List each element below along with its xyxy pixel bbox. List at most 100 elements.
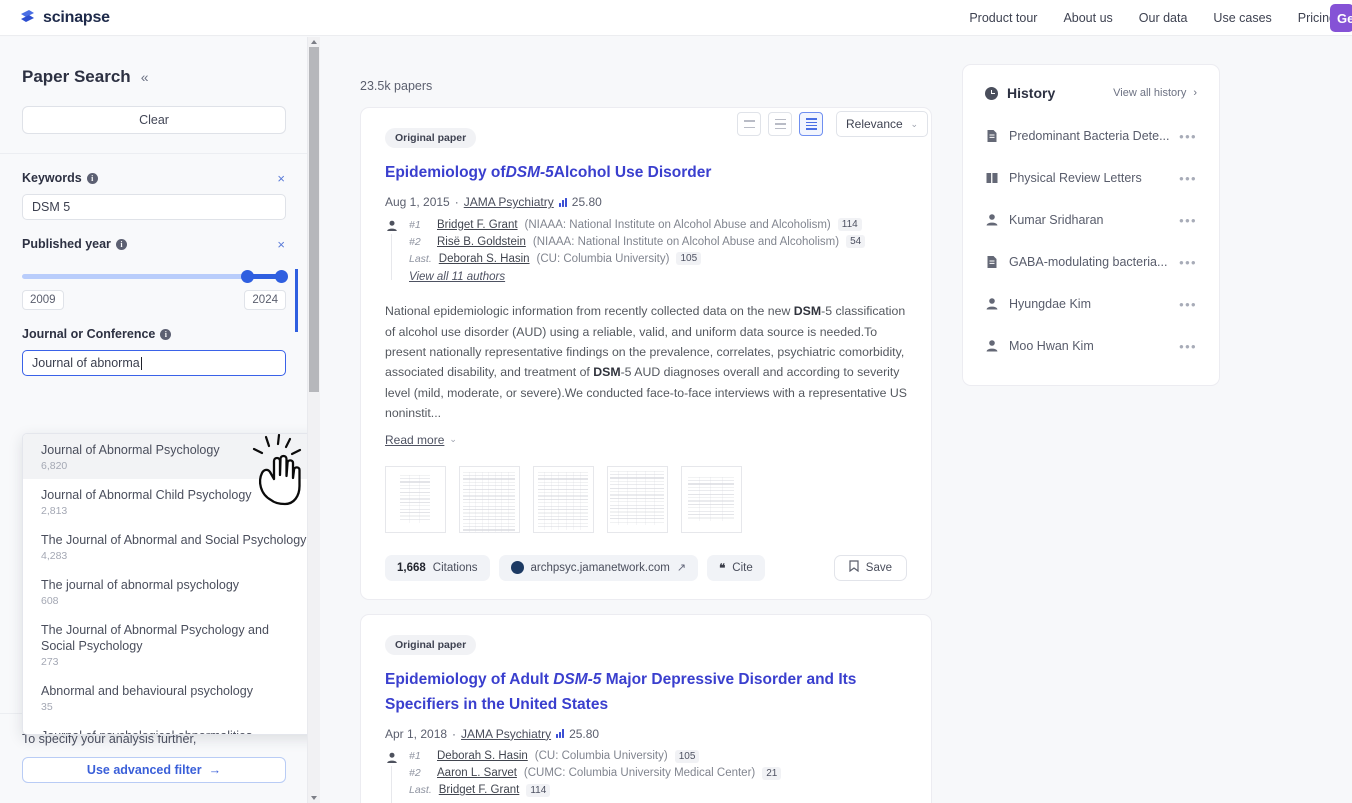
author-paper-count: 21: [762, 767, 781, 780]
nav-link-our-data[interactable]: Our data: [1139, 11, 1188, 25]
author-paper-count: 114: [838, 218, 862, 231]
scroll-up-arrow-icon[interactable]: [311, 40, 317, 44]
journal-icon: [985, 171, 999, 185]
brand-logo[interactable]: scinapse: [18, 8, 110, 27]
clear-published-year-icon[interactable]: ×: [277, 238, 285, 251]
figure-thumbnail[interactable]: [533, 466, 594, 533]
autocomplete-option-count: 35: [41, 701, 308, 713]
author-row: #2 Risë B. Goldstein (NIAAA: National In…: [409, 235, 907, 248]
use-advanced-filter-button[interactable]: Use advanced filter →: [22, 757, 286, 783]
nav-link-product-tour[interactable]: Product tour: [969, 11, 1037, 25]
chevron-right-icon: ›: [1193, 87, 1197, 99]
save-label: Save: [866, 562, 892, 574]
paper-journal-link[interactable]: JAMA Psychiatry: [461, 727, 551, 741]
density-medium-button[interactable]: [768, 112, 792, 136]
history-item-menu-icon[interactable]: •••: [1179, 339, 1197, 354]
text-caret: [141, 357, 142, 370]
autocomplete-option[interactable]: The Journal of Abnormal and Social Psych…: [23, 524, 308, 569]
info-icon[interactable]: i: [87, 173, 98, 184]
paper-journal-link[interactable]: JAMA Psychiatry: [464, 195, 554, 209]
figure-thumbnail[interactable]: [385, 466, 446, 533]
history-item[interactable]: Physical Review Letters •••: [963, 157, 1219, 199]
clear-keywords-icon[interactable]: ×: [277, 172, 285, 185]
history-item[interactable]: Hyungdae Kim •••: [963, 283, 1219, 325]
save-button[interactable]: Save: [834, 555, 907, 581]
history-item-menu-icon[interactable]: •••: [1179, 129, 1197, 144]
year-min-input[interactable]: 2009: [22, 290, 64, 310]
year-max-input[interactable]: 2024: [244, 290, 286, 310]
scroll-down-arrow-icon[interactable]: [311, 796, 317, 800]
page-scrollbar[interactable]: [308, 37, 320, 803]
history-item-menu-icon[interactable]: •••: [1179, 297, 1197, 312]
nav-link-about-us[interactable]: About us: [1063, 11, 1112, 25]
autocomplete-option[interactable]: Journal of psychological abnormalities: [23, 720, 308, 735]
history-item-menu-icon[interactable]: •••: [1179, 171, 1197, 186]
author-name-link[interactable]: Deborah S. Hasin: [437, 750, 528, 762]
density-loose-button[interactable]: [737, 112, 761, 136]
autocomplete-option[interactable]: Journal of Abnormal Child Psychology 2,8…: [23, 479, 308, 524]
paper-card[interactable]: Original paper Epidemiology of Adult DSM…: [360, 614, 932, 803]
author-affiliation: (CUMC: Columbia University Medical Cente…: [524, 767, 755, 779]
paper-title[interactable]: Epidemiology of Adult DSM-5 Major Depres…: [385, 667, 907, 717]
history-item[interactable]: GABA-modulating bacteria... •••: [963, 241, 1219, 283]
figure-thumbnail[interactable]: [607, 466, 668, 533]
get-started-button[interactable]: Ge: [1330, 4, 1352, 32]
author-name-link[interactable]: Bridget F. Grant: [439, 784, 520, 796]
info-icon[interactable]: i: [160, 329, 171, 340]
history-item-label: Kumar Sridharan: [1009, 213, 1104, 227]
author-name-link[interactable]: Bridget F. Grant: [437, 219, 518, 231]
paper-card[interactable]: Original paper Epidemiology ofDSM-5Alcoh…: [360, 107, 932, 600]
author-affiliation: (CU: Columbia University): [537, 253, 670, 265]
citations-label: Citations: [433, 562, 478, 574]
journal-search-input[interactable]: Journal of abnorma: [22, 350, 286, 376]
slider-handle-min[interactable]: [241, 270, 254, 283]
scrollbar-thumb[interactable]: [309, 47, 319, 392]
info-icon[interactable]: i: [116, 239, 127, 250]
clear-filters-button[interactable]: Clear: [22, 106, 286, 134]
author-name-link[interactable]: Risë B. Goldstein: [437, 236, 526, 248]
nav-link-use-cases[interactable]: Use cases: [1213, 11, 1271, 25]
slider-handle-max[interactable]: [275, 270, 288, 283]
figure-thumbnail[interactable]: [459, 466, 520, 533]
source-link-button[interactable]: archpsyc.jamanetwork.com ↗: [499, 555, 699, 581]
journal-autocomplete-dropdown[interactable]: Journal of Abnormal Psychology 6,820 Jou…: [22, 433, 308, 735]
results-toolbar: Relevance ⌄: [737, 111, 928, 137]
history-item-menu-icon[interactable]: •••: [1179, 255, 1197, 270]
history-item[interactable]: Predominant Bacteria Dete... •••: [963, 115, 1219, 157]
autocomplete-option[interactable]: Abnormal and behavioural psychology 35: [23, 675, 308, 720]
author-rank: #2: [409, 767, 430, 779]
external-link-icon: ↗: [677, 561, 686, 574]
paper-title[interactable]: Epidemiology ofDSM-5Alcohol Use Disorder: [385, 160, 907, 185]
view-all-history-link[interactable]: View all history ›: [1113, 87, 1197, 99]
sort-dropdown[interactable]: Relevance ⌄: [836, 111, 928, 137]
author-rank: #2: [409, 236, 430, 248]
autocomplete-option[interactable]: The Journal of Abnormal Psychology and S…: [23, 614, 308, 675]
clock-icon: [985, 87, 998, 100]
year-range-inputs: 2009 2024: [22, 290, 286, 310]
citations-count: 1,668: [397, 562, 426, 574]
paper-type-badge: Original paper: [385, 635, 476, 655]
figure-thumbnail[interactable]: [681, 466, 742, 533]
autocomplete-option[interactable]: The journal of abnormal psychology 608: [23, 569, 308, 614]
view-all-authors-link[interactable]: View all 11 authors: [409, 271, 907, 283]
autocomplete-option[interactable]: Journal of Abnormal Psychology 6,820: [23, 434, 308, 479]
history-panel: History View all history › Predominant B…: [962, 64, 1220, 386]
density-compact-button[interactable]: [799, 112, 823, 136]
history-item[interactable]: Moo Hwan Kim •••: [963, 325, 1219, 367]
history-item[interactable]: Kumar Sridharan •••: [963, 199, 1219, 241]
author-name-link[interactable]: Deborah S. Hasin: [439, 253, 530, 265]
keywords-input[interactable]: DSM 5: [22, 194, 286, 220]
paper-date: Apr 1, 2018: [385, 727, 447, 741]
read-more-button[interactable]: Read more ⌄: [385, 433, 907, 447]
history-item-menu-icon[interactable]: •••: [1179, 213, 1197, 228]
author-rank: Last.: [409, 784, 432, 796]
bookmark-icon: [849, 560, 859, 575]
author-name-link[interactable]: Aaron L. Sarvet: [437, 767, 517, 779]
citations-button[interactable]: 1,668 Citations: [385, 555, 490, 581]
published-year-slider[interactable]: [22, 269, 286, 283]
autocomplete-option-count: 6,820: [41, 460, 308, 472]
cite-button[interactable]: ❝ Cite: [707, 555, 765, 581]
history-item-label: Physical Review Letters: [1009, 171, 1142, 185]
author-row: #1 Bridget F. Grant (NIAAA: National Ins…: [409, 218, 907, 231]
collapse-sidebar-icon[interactable]: «: [141, 69, 149, 85]
